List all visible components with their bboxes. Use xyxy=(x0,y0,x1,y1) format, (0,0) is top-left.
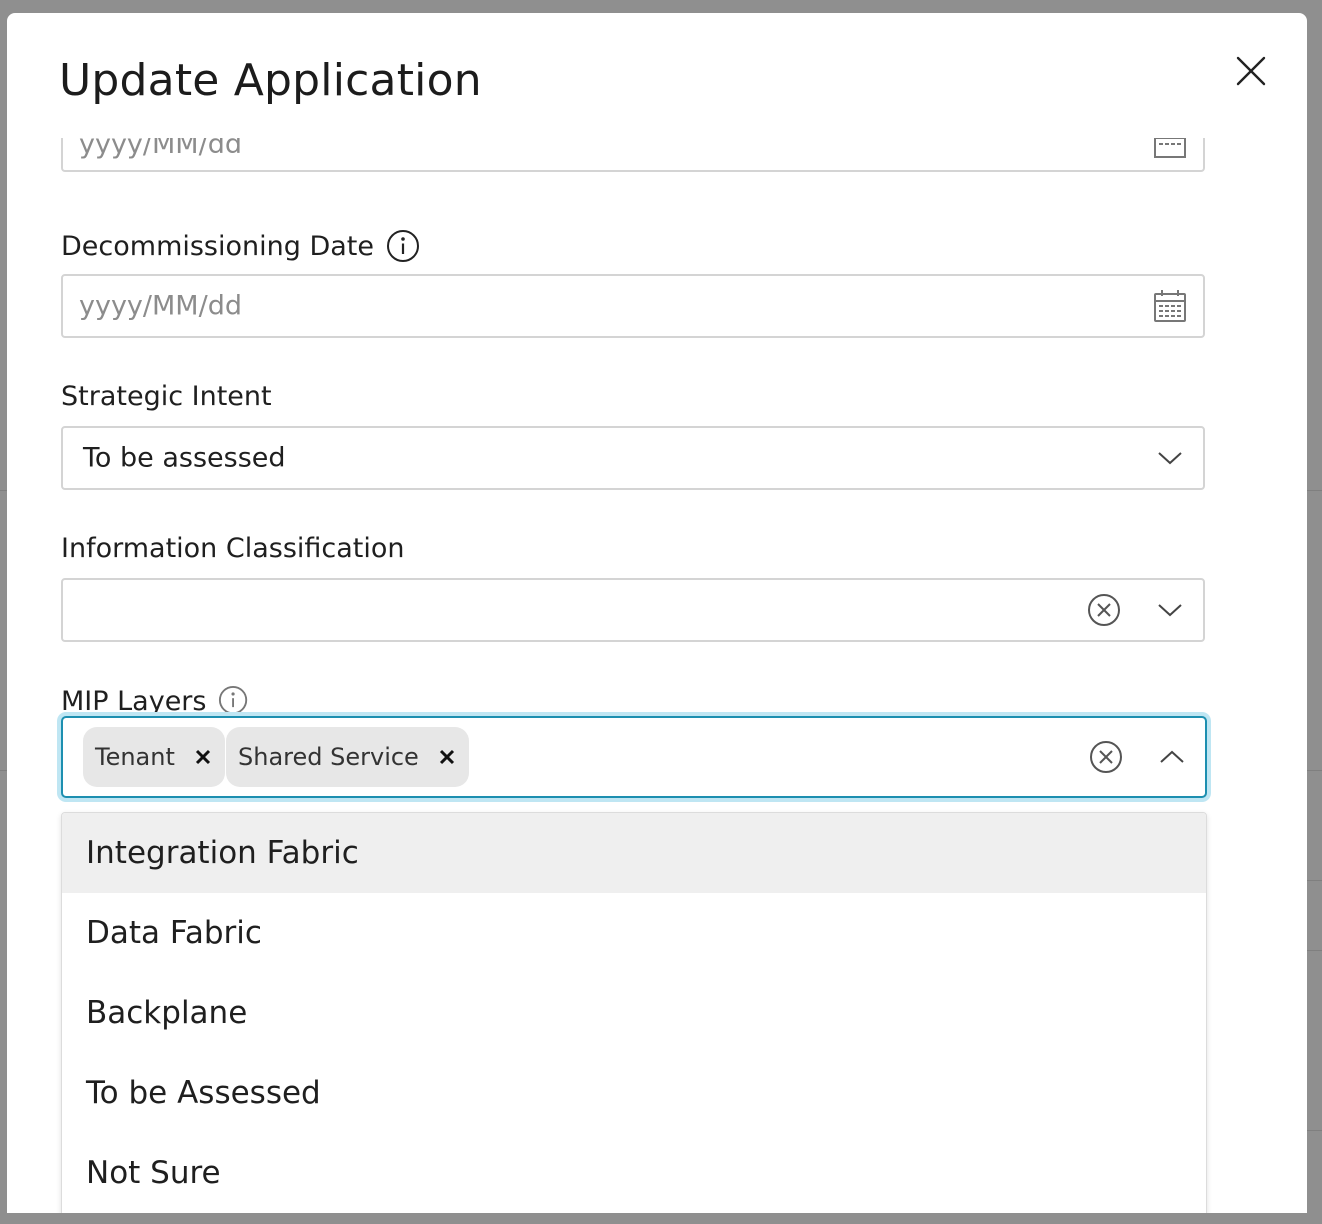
decommissioning-date-label: Decommissioning Date xyxy=(61,229,420,263)
calendar-icon[interactable] xyxy=(1153,138,1187,160)
dropdown-option[interactable]: Backplane xyxy=(62,973,1206,1053)
decommissioning-date-label-text: Decommissioning Date xyxy=(61,230,375,262)
mip-layers-label-text: MIP Layers xyxy=(61,685,207,717)
dropdown-option[interactable]: Not Sure xyxy=(62,1133,1206,1213)
dropdown-option[interactable]: Data Fabric xyxy=(62,893,1206,973)
clear-icon[interactable] xyxy=(1087,593,1121,627)
strategic-intent-value: To be assessed xyxy=(83,442,286,474)
info-icon[interactable] xyxy=(218,685,250,717)
mip-layers-dropdown: Integration Fabric Data Fabric Backplane… xyxy=(61,812,1207,1213)
modal-title: Update Application xyxy=(59,55,482,106)
decommissioning-date-placeholder: yyyy/MM/dd xyxy=(79,290,242,322)
decommissioning-date-input[interactable]: yyyy/MM/dd xyxy=(61,274,1205,338)
tag-label: Shared Service xyxy=(238,743,419,771)
chevron-down-icon[interactable] xyxy=(1157,602,1183,618)
information-classification-label-text: Information Classification xyxy=(61,533,405,564)
chevron-down-icon[interactable] xyxy=(1157,450,1183,466)
tag-label: Tenant xyxy=(95,743,175,771)
strategic-intent-select[interactable]: To be assessed xyxy=(61,426,1205,490)
selected-tag: Shared Service xyxy=(226,727,469,787)
dropdown-option[interactable]: To be Assessed xyxy=(62,1053,1206,1133)
previous-date-placeholder: yyyy/MM/dd xyxy=(79,138,242,160)
close-icon[interactable] xyxy=(1233,53,1269,89)
remove-tag-icon[interactable] xyxy=(195,749,211,765)
remove-tag-icon[interactable] xyxy=(439,749,455,765)
information-classification-label: Information Classification xyxy=(61,533,405,564)
strategic-intent-label-text: Strategic Intent xyxy=(61,381,272,412)
update-application-modal: Update Application yyyy/MM/dd Decommissi… xyxy=(7,13,1307,1213)
previous-date-input[interactable]: yyyy/MM/dd xyxy=(61,138,1205,172)
chevron-up-icon[interactable] xyxy=(1159,749,1185,765)
clear-icon[interactable] xyxy=(1089,740,1123,774)
modal-body: yyyy/MM/dd Decommissioning Date yyyy/MM/… xyxy=(7,138,1307,1213)
info-icon[interactable] xyxy=(386,229,420,263)
information-classification-select[interactable] xyxy=(61,578,1205,642)
strategic-intent-label: Strategic Intent xyxy=(61,381,272,412)
dropdown-option[interactable]: Integration Fabric xyxy=(62,813,1206,893)
selected-tag: Tenant xyxy=(83,727,225,787)
mip-layers-multiselect[interactable]: Tenant Shared Service xyxy=(61,716,1207,798)
mip-layers-label: MIP Layers xyxy=(61,685,250,717)
calendar-icon[interactable] xyxy=(1153,289,1187,323)
